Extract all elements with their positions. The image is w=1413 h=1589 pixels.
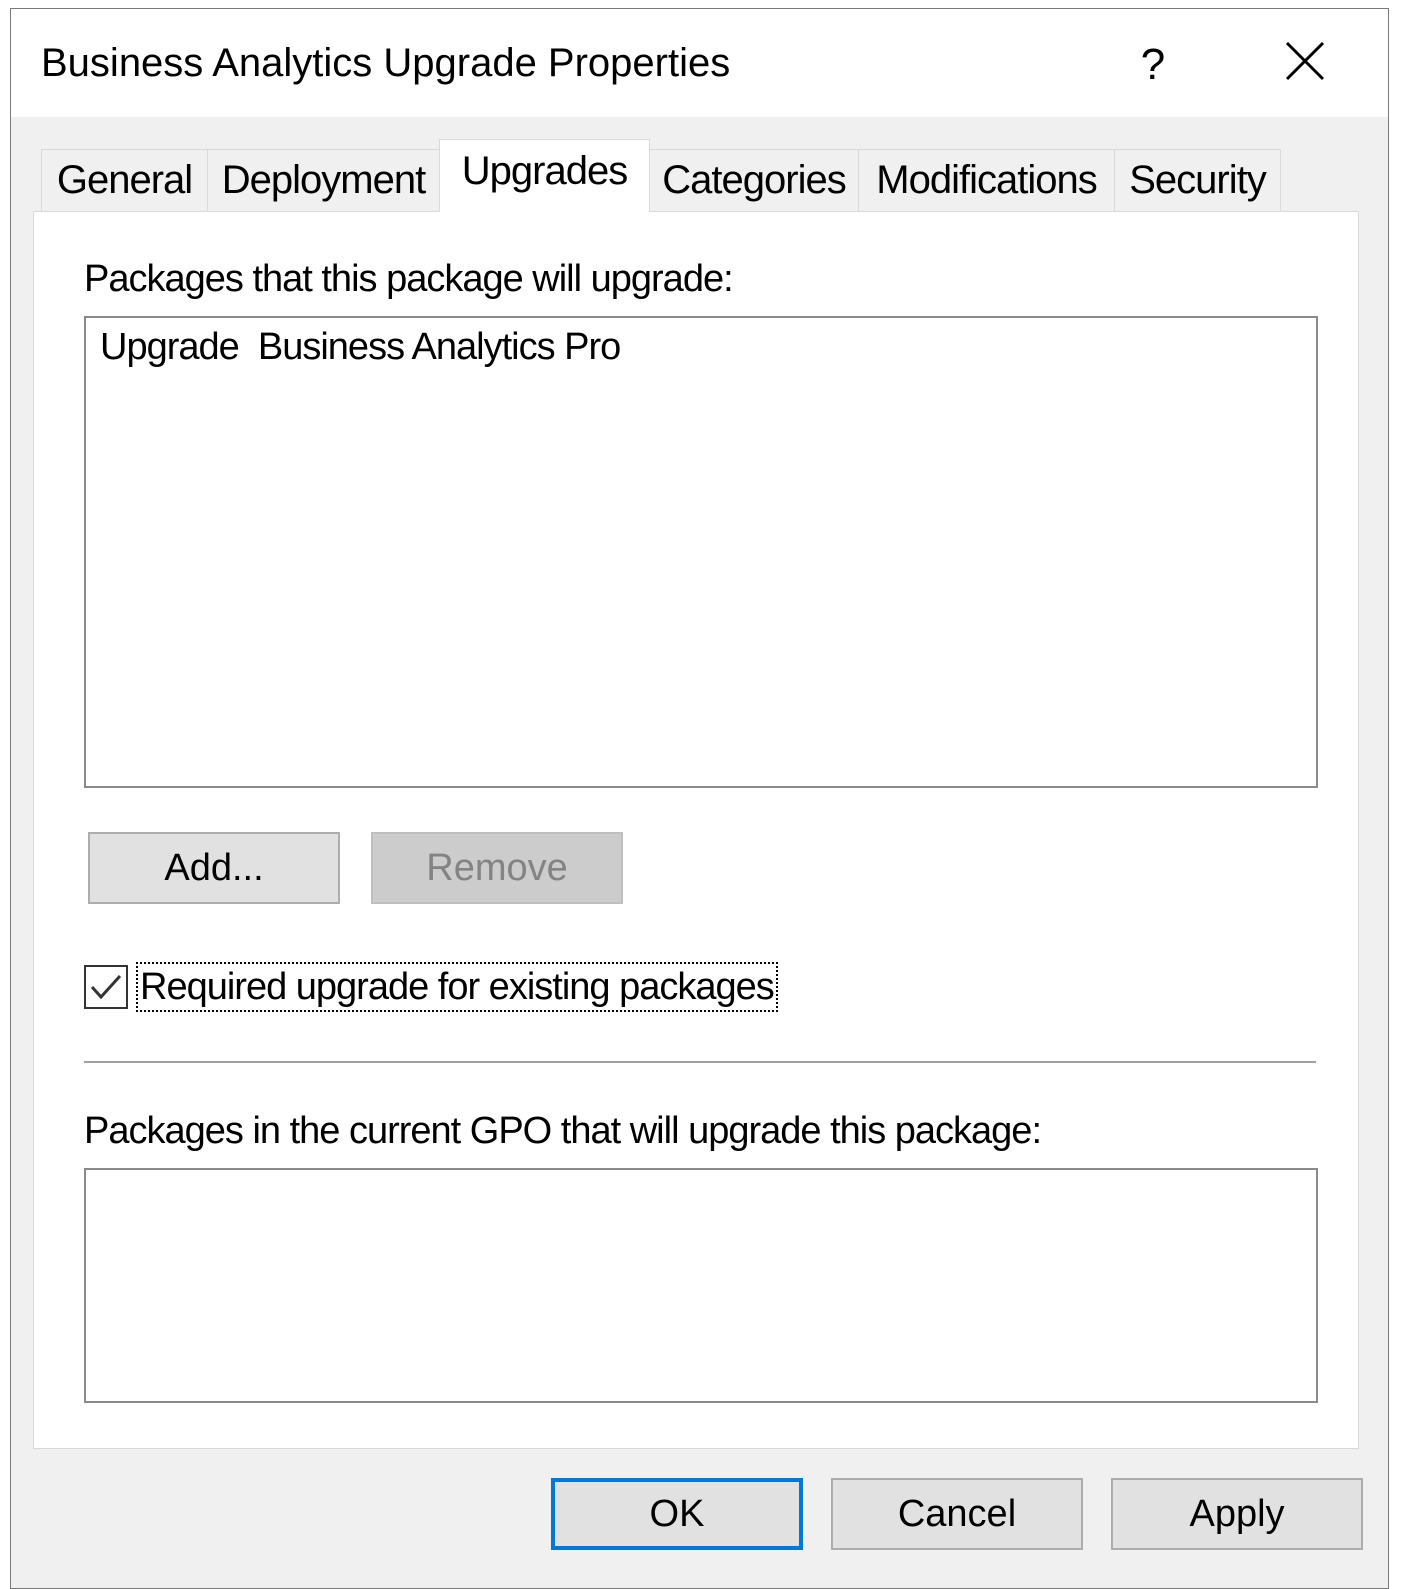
tab-upgrades[interactable]: Upgrades: [439, 139, 650, 212]
ok-button[interactable]: OK: [551, 1478, 803, 1550]
remove-button[interactable]: Remove: [371, 832, 623, 904]
tab-deployment[interactable]: Deployment: [207, 149, 440, 211]
help-button[interactable]: ?: [1111, 29, 1195, 101]
upgrades-listbox[interactable]: Upgrade Business Analytics Pro: [84, 316, 1318, 788]
dialog-title: Business Analytics Upgrade Properties: [41, 41, 731, 85]
tab-modifications[interactable]: Modifications: [858, 149, 1115, 211]
upgraded-by-listbox[interactable]: [84, 1168, 1318, 1403]
tab-general[interactable]: General: [41, 149, 208, 211]
cancel-button[interactable]: Cancel: [831, 1478, 1083, 1550]
upgrades-panel: Packages that this package will upgrade:…: [33, 211, 1359, 1449]
upgraded-by-list-label: Packages in the current GPO that will up…: [84, 1110, 1042, 1152]
apply-button[interactable]: Apply: [1111, 1478, 1363, 1550]
list-item[interactable]: Upgrade Business Analytics Pro: [100, 326, 621, 369]
tab-security[interactable]: Security: [1114, 149, 1281, 211]
close-button[interactable]: [1263, 29, 1347, 101]
required-upgrade-checkbox[interactable]: [84, 965, 128, 1009]
separator: [84, 1061, 1316, 1063]
title-bar: Business Analytics Upgrade Properties ?: [11, 9, 1388, 117]
properties-dialog: Business Analytics Upgrade Properties ? …: [10, 8, 1389, 1589]
close-icon: [1285, 41, 1325, 81]
required-upgrade-label[interactable]: Required upgrade for existing packages: [136, 962, 778, 1012]
add-button[interactable]: Add...: [88, 832, 340, 904]
tab-categories[interactable]: Categories: [649, 149, 859, 211]
checkmark-icon: [90, 974, 122, 1000]
upgrades-list-label: Packages that this package will upgrade:: [84, 258, 734, 300]
